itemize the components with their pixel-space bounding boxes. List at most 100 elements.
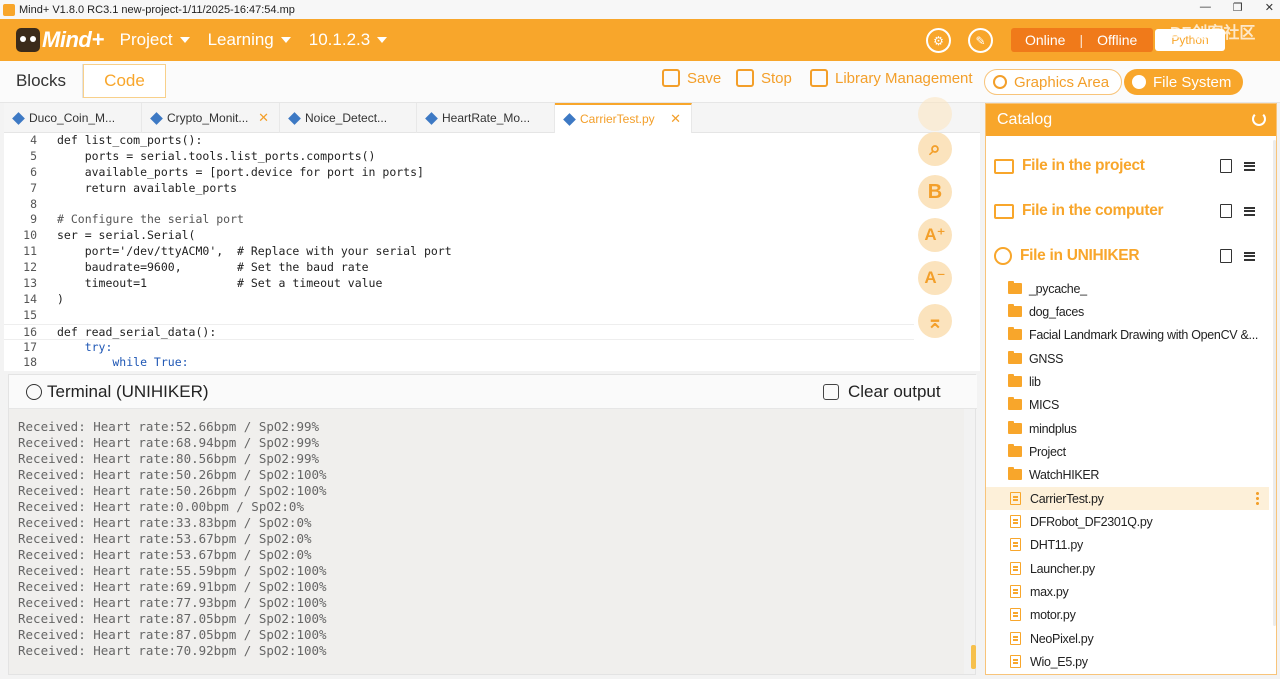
folder-item[interactable]: WatchHIKER [986,463,1269,486]
folder-icon [1008,374,1022,387]
file-item[interactable]: Launcher.py [986,557,1269,580]
settings-icon[interactable]: ⚙ [926,28,951,53]
item-label: _pycache_ [1029,281,1087,296]
edit-icon[interactable]: ✎ [968,28,993,53]
restore-button[interactable]: ❐ [1233,1,1243,14]
folder-item[interactable]: lib [986,370,1269,393]
section-project-files[interactable]: File in the project [986,153,1276,179]
close-tab-icon[interactable]: ✕ [258,110,269,126]
more-options-icon[interactable] [1256,491,1259,506]
code-line: 16 def read_serial_data(): [4,323,914,340]
code-text: try: [57,339,113,354]
folder-item[interactable]: dog_faces [986,300,1269,323]
file-icon [1010,585,1021,598]
file-icon [1010,632,1021,645]
tab-blocks[interactable]: Blocks [0,64,83,98]
section-computer-files[interactable]: File in the computer [986,198,1276,224]
main-header: Mind+ Project Learning 10.1.2.3 ⚙ ✎ Onli… [0,19,1280,61]
code-line: 17 try: [4,340,914,356]
window-titlebar: Mind+ V1.8.0 RC3.1 new-project-1/11/2025… [0,0,1280,19]
file-item[interactable]: motor.py [986,603,1269,626]
file-item[interactable]: NeoPixel.py [986,627,1269,650]
editor-tab[interactable]: HeartRate_Mo... [417,103,555,133]
mode-online[interactable]: Online [1011,32,1079,48]
library-management-button[interactable]: Library Management [810,69,973,87]
folder-item[interactable]: mindplus [986,417,1269,440]
file-item[interactable]: Wio_E5.py [986,650,1269,673]
file-system-button[interactable]: File System [1124,69,1244,95]
section-unihiker-files[interactable]: File in UNIHIKER [986,243,1276,269]
menu-project[interactable]: Project [120,30,190,50]
bold-icon[interactable]: B [918,175,952,209]
folder-icon [1008,304,1022,317]
new-file-icon[interactable] [1220,159,1232,173]
python-file-icon [12,111,25,125]
graphics-area-button[interactable]: Graphics Area [984,69,1123,95]
folder-icon [1008,351,1022,364]
mindplus-logo: Mind+ [16,27,104,53]
search-icon[interactable]: ⌕ [918,132,952,166]
file-item-selected[interactable]: CarrierTest.py [986,487,1269,510]
close-button[interactable]: ✕ [1265,1,1274,14]
file-item[interactable]: DFRobot_DF2301Q.py [986,510,1269,533]
menu-device-ip[interactable]: 10.1.2.3 [309,30,388,50]
folder-item[interactable]: MICS [986,393,1269,416]
file-item[interactable]: max.py [986,580,1269,603]
code-line: 7 return available_ports [4,181,914,197]
stop-button[interactable]: Stop [736,69,792,87]
code-line: 12 baudrate=9600, # Set the baud rate [4,260,914,276]
stop-label: Stop [761,69,792,87]
python-file-icon [563,112,576,126]
catalog-title: Catalog [997,111,1053,128]
line-number: 16 [23,324,37,339]
mode-switch: Online | Offline [1011,28,1153,52]
line-number: 11 [23,244,37,259]
editor-tab[interactable]: Duco_Coin_M... [4,103,142,133]
file-icon [1010,655,1021,668]
menu-icon[interactable] [1244,206,1255,216]
caret-down-icon [280,37,291,43]
minimize-button[interactable]: — [1200,1,1211,14]
mode-offline[interactable]: Offline [1083,32,1151,48]
editor-tab[interactable]: Crypto_Monit... ✕ [142,103,280,133]
font-decrease-icon[interactable]: A⁻ [918,261,952,295]
clear-output-button[interactable]: Clear output [823,382,941,402]
new-file-icon[interactable] [1220,204,1232,218]
folder-item[interactable]: GNSS [986,347,1269,370]
terminal-scrollbar[interactable] [971,645,976,669]
code-text: ser = serial.Serial( [57,228,196,243]
catalog-scrollbar[interactable] [1273,140,1276,626]
code-text: ) [57,291,64,306]
menu-learning[interactable]: Learning [208,30,291,50]
line-number: 4 [30,133,37,147]
scroll-top-icon[interactable]: ⌅ [918,304,952,338]
terminal-output[interactable]: Received: Heart rate:52.66bpm / SpO2:99%… [9,409,964,674]
code-text: return available_ports [57,180,238,195]
save-icon [662,69,680,87]
item-label: WatchHIKER [1029,467,1100,482]
window-title: Mind+ V1.8.0 RC3.1 new-project-1/11/2025… [19,3,295,16]
refresh-icon[interactable] [1252,112,1266,126]
folder-icon [1008,467,1022,480]
tab-code[interactable]: Code [83,64,166,98]
terminal-line: Received: Heart rate:87.05bpm / SpO2:100… [18,611,327,626]
library-icon [810,69,828,87]
terminal-line: Received: Heart rate:53.67bpm / SpO2:0% [18,547,312,562]
save-button[interactable]: Save [662,69,721,87]
new-file-icon[interactable] [1220,249,1232,263]
menu-icon[interactable] [1244,161,1255,171]
folder-item[interactable]: _pycache_ [986,277,1269,300]
font-increase-icon[interactable]: A⁺ [918,218,952,252]
terminal-icon [26,384,42,400]
editor-tab-active[interactable]: CarrierTest.py ✕ [555,103,692,133]
editor-tab[interactable]: Noice_Detect... [280,103,417,133]
close-tab-icon[interactable]: ✕ [670,111,681,127]
folder-item[interactable]: Project [986,440,1269,463]
code-line: 11 port='/dev/ttyACM0', # Replace with y… [4,244,914,260]
line-number: 5 [30,148,37,163]
folder-item[interactable]: Facial Landmark Drawing with OpenCV &... [986,323,1269,346]
collapse-icon[interactable] [918,97,952,131]
code-area[interactable]: 4 def list_com_ports(): 5 ports = serial.… [4,133,914,371]
menu-icon[interactable] [1244,251,1255,261]
file-item[interactable]: DHT11.py [986,533,1269,556]
